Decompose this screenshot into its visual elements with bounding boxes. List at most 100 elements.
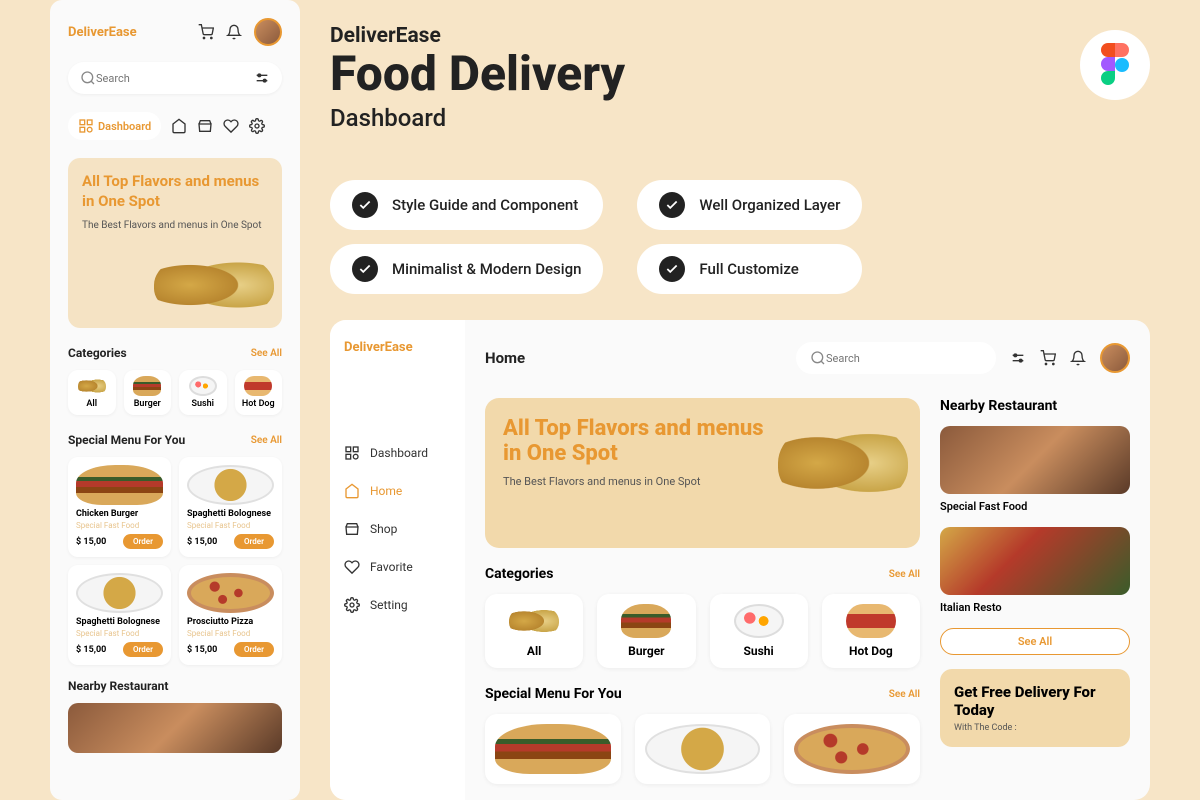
cart-icon[interactable] [1040, 350, 1056, 366]
burger-image [495, 724, 611, 774]
avatar[interactable] [254, 18, 282, 46]
order-button[interactable]: Order [123, 642, 163, 657]
hero-subtitle: Dashboard [330, 104, 625, 132]
brand-logo: DeliverEase [68, 25, 137, 40]
hero-title: All Top Flavors and menus in One Spot [82, 172, 268, 211]
taco-icon [78, 376, 106, 396]
feature-list: Style Guide and Component Well Organized… [330, 180, 862, 294]
pasta-image [76, 573, 163, 613]
menu-card[interactable]: Spaghetti BologneseSpecial Fast Food$ 15… [179, 457, 282, 557]
cart-icon[interactable] [198, 24, 214, 40]
bell-icon[interactable] [1070, 350, 1086, 366]
menu-card[interactable]: Spaghetti BologneseSpecial Fast Food$ 15… [68, 565, 171, 665]
pizza-image [794, 724, 910, 774]
taco-image [154, 250, 274, 320]
order-button[interactable]: Order [234, 534, 274, 549]
nearby-see-all-button[interactable]: See All [940, 628, 1130, 655]
heart-icon[interactable] [223, 118, 239, 134]
nav-setting[interactable]: Setting [344, 597, 451, 613]
taco-icon [509, 604, 559, 638]
sushi-icon [189, 376, 217, 396]
hero-subtitle: The Best Flavors and menus in One Spot [503, 475, 742, 488]
feature-pill: Full Customize [637, 244, 862, 294]
search-bar[interactable] [68, 62, 282, 94]
figma-badge [1080, 30, 1150, 100]
category-burger[interactable]: Burger [597, 594, 695, 668]
gear-icon [344, 597, 360, 613]
category-hotdog[interactable]: Hot Dog [822, 594, 920, 668]
home-icon [344, 483, 360, 499]
nav-shop[interactable]: Shop [344, 521, 451, 537]
feature-pill: Minimalist & Modern Design [330, 244, 603, 294]
home-icon[interactable] [171, 118, 187, 134]
nearby-heading: Nearby Restaurant [68, 679, 168, 693]
nav-dashboard[interactable]: Dashboard [68, 112, 161, 140]
hero-subtitle: The Best Flavors and menus in One Spot [82, 219, 268, 232]
hero-title: All Top Flavors and menus in One Spot [503, 416, 782, 467]
categories-heading: Categories [68, 346, 127, 360]
special-menu-heading: Special Menu For You [485, 686, 622, 702]
gear-icon[interactable] [249, 118, 265, 134]
category-hotdog[interactable]: Hot Dog [235, 370, 283, 415]
order-button[interactable]: Order [123, 534, 163, 549]
categories-see-all[interactable]: See All [889, 569, 920, 580]
special-menu-heading: Special Menu For You [68, 433, 185, 447]
categories-see-all[interactable]: See All [251, 348, 282, 359]
category-sushi[interactable]: Sushi [179, 370, 227, 415]
filter-icon[interactable] [254, 70, 270, 86]
nav-home[interactable]: Home [344, 483, 451, 499]
nav-dashboard[interactable]: Dashboard [344, 445, 451, 461]
burger-icon [133, 376, 161, 396]
search-icon [810, 350, 826, 366]
check-icon [659, 192, 685, 218]
restaurant-card[interactable]: Italian Resto [940, 527, 1130, 614]
filter-icon[interactable] [1010, 350, 1026, 366]
heart-icon [344, 559, 360, 575]
check-icon [659, 256, 685, 282]
pasta-image [645, 724, 761, 774]
sushi-icon [734, 604, 784, 638]
menu-card[interactable] [635, 714, 771, 784]
shop-icon[interactable] [197, 118, 213, 134]
hero-banner: All Top Flavors and menus in One Spot Th… [485, 398, 920, 548]
menu-card[interactable]: Prosciutto PizzaSpecial Fast Food$ 15,00… [179, 565, 282, 665]
avatar[interactable] [1100, 343, 1130, 373]
check-icon [352, 192, 378, 218]
brand-logo: DeliverEase [344, 340, 451, 355]
menu-card[interactable] [485, 714, 621, 784]
special-menu-see-all[interactable]: See All [889, 689, 920, 700]
restaurant-image [940, 527, 1130, 595]
dashboard-icon [344, 445, 360, 461]
search-input[interactable] [826, 352, 982, 365]
category-sushi[interactable]: Sushi [710, 594, 808, 668]
shop-icon [344, 521, 360, 537]
promo-subtitle: With The Code : [954, 723, 1116, 733]
sidebar: DeliverEase Dashboard Home Shop Favorite… [330, 320, 465, 800]
order-button[interactable]: Order [234, 642, 274, 657]
category-burger[interactable]: Burger [124, 370, 172, 415]
categories-heading: Categories [485, 566, 553, 582]
bell-icon[interactable] [226, 24, 242, 40]
special-menu-see-all[interactable]: See All [251, 435, 282, 446]
category-all[interactable]: All [68, 370, 116, 415]
restaurant-image [940, 426, 1130, 494]
page-title: Home [485, 349, 525, 367]
feature-pill: Well Organized Layer [637, 180, 862, 230]
hotdog-icon [846, 604, 896, 638]
search-icon [80, 70, 96, 86]
search-bar[interactable] [796, 342, 996, 374]
promo-banner: Get Free Delivery For Today With The Cod… [940, 669, 1130, 747]
menu-card[interactable]: Chicken BurgerSpecial Fast Food$ 15,00Or… [68, 457, 171, 557]
category-all[interactable]: All [485, 594, 583, 668]
search-input[interactable] [96, 72, 254, 85]
burger-icon [621, 604, 671, 638]
restaurant-card[interactable]: Special Fast Food [940, 426, 1130, 513]
pasta-image [187, 465, 274, 505]
figma-icon [1100, 43, 1130, 87]
marketing-hero: DeliverEase Food Delivery Dashboard [330, 24, 625, 132]
taco-image [778, 418, 908, 508]
nav-favorite[interactable]: Favorite [344, 559, 451, 575]
burger-image [76, 465, 163, 505]
promo-title: Get Free Delivery For Today [954, 683, 1116, 719]
menu-card[interactable] [784, 714, 920, 784]
